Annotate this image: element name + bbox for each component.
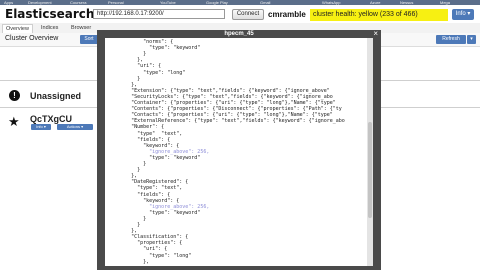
json-line: "fields": { xyxy=(107,191,171,198)
json-line: "ignore_above": 256, xyxy=(107,203,210,210)
json-line: } xyxy=(107,167,141,174)
json-line: "SecurityLocks": {"type": "text","fields… xyxy=(107,93,333,100)
app-title: Elasticsearch xyxy=(5,7,95,21)
unassigned-label: Unassigned xyxy=(30,91,82,101)
dialog-title: hpecm_45 xyxy=(224,31,254,37)
json-line: } xyxy=(107,51,147,58)
json-line: "properties": { xyxy=(107,240,183,247)
master-node-star-icon: ★ xyxy=(8,114,20,129)
json-mapping-view[interactable]: "norms": { "type": "keyword" } }, "uri":… xyxy=(105,38,371,266)
json-line: "ignore_above": 256, xyxy=(107,148,210,155)
app-header: Elasticsearch Connect cmramble cluster h… xyxy=(0,5,480,24)
json-line: "uri": { xyxy=(107,246,168,253)
json-line: "fields": { xyxy=(107,136,171,143)
json-line: } xyxy=(107,215,147,222)
cluster-health-badge: cluster health: yellow (233 of 466) xyxy=(310,9,448,21)
json-line: "Container": {"properties": {"uri": {"ty… xyxy=(107,100,336,106)
json-line: "type": "keyword" xyxy=(107,209,201,216)
json-line: "keyword": { xyxy=(107,142,180,149)
json-line: }, xyxy=(107,228,138,235)
json-line: "type": "text", xyxy=(107,185,183,192)
json-line: "norms": { xyxy=(107,39,174,45)
tab-indices[interactable]: Indices xyxy=(38,24,61,33)
json-line: "Extension": {"type": "text","fields": {… xyxy=(107,87,330,94)
json-line: "ExternalReference": {"type": "text","fi… xyxy=(107,118,345,125)
sort-button[interactable]: Sort xyxy=(80,35,98,44)
json-line: }, xyxy=(107,258,150,265)
index-mapping-dialog: hpecm_45 × "norms": { "type": "keyword" … xyxy=(97,29,381,270)
page-title: Cluster Overview xyxy=(5,35,59,42)
json-line: } xyxy=(107,161,147,167)
json-line: "uri": { xyxy=(107,63,162,70)
json-line: }, xyxy=(107,173,138,180)
json-line: "type": "keyword" xyxy=(107,45,201,52)
json-line: "type": "text", xyxy=(107,130,183,137)
json-line: } xyxy=(107,222,141,228)
json-line: "keyword": { xyxy=(107,197,180,204)
refresh-dropdown-icon[interactable]: ▾ xyxy=(467,35,476,44)
node-actions-button[interactable]: Actions ▾ xyxy=(57,124,93,130)
connect-button[interactable]: Connect xyxy=(232,9,264,20)
json-line: } xyxy=(107,75,141,82)
cluster-name: cmramble xyxy=(268,10,306,19)
warning-icon: ! xyxy=(9,90,20,101)
json-line: }, xyxy=(107,81,138,88)
tab-browser[interactable]: Browser xyxy=(68,24,94,33)
refresh-button[interactable]: Refresh xyxy=(436,35,466,44)
info-button[interactable]: Info ▾ xyxy=(452,9,474,20)
json-line: "Contents": {"properties": {"Disconnect"… xyxy=(107,106,342,113)
scrollbar-thumb[interactable] xyxy=(368,122,372,218)
json-line: "type": "long" xyxy=(107,252,192,259)
node-name: QcTXgCU xyxy=(30,114,73,124)
node-info-button[interactable]: Info ▾ xyxy=(31,124,51,130)
json-line: "Contacts": {"properties": {"uri": {"typ… xyxy=(107,112,333,119)
json-line: "DateRegistered": { xyxy=(107,179,189,186)
json-line: "type": "long" xyxy=(107,69,186,76)
json-line: "Classification": { xyxy=(107,234,189,241)
url-input[interactable] xyxy=(93,9,225,19)
close-icon[interactable]: × xyxy=(373,29,378,38)
json-line: "type": "keyword" xyxy=(107,154,201,161)
json-line: }, xyxy=(107,57,144,64)
